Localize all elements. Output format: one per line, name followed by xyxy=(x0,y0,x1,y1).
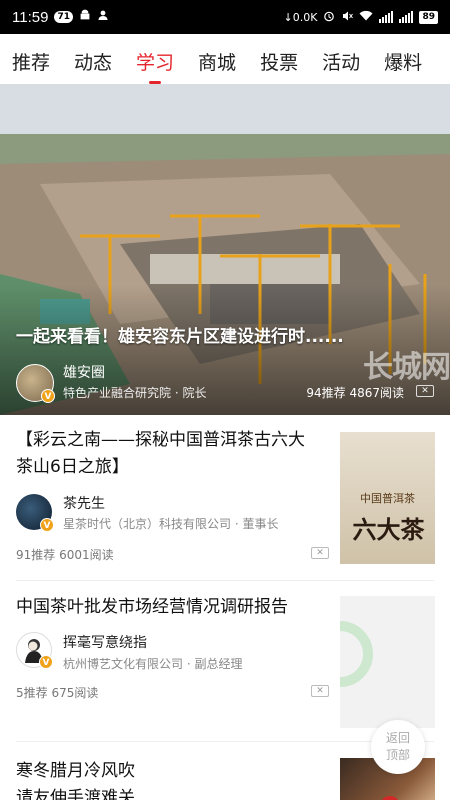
tab-events[interactable]: 活动 xyxy=(322,34,360,84)
hero-author-name[interactable]: 雄安圈 xyxy=(63,362,105,382)
status-time: 11:59 xyxy=(12,8,49,26)
tab-study[interactable]: 学习 xyxy=(136,34,174,84)
close-icon[interactable]: ✕ xyxy=(416,385,434,397)
tab-vote[interactable]: 投票 xyxy=(260,34,298,84)
status-bar: 11:59 71 ↓0.0K 89 xyxy=(0,0,450,34)
article-author-name[interactable]: 挥毫写意绕指 xyxy=(63,632,147,652)
list-item[interactable]: 【彩云之南——探秘中国普洱茶古六大茶山6日之旅】 V 茶先生 星茶时代（北京）科… xyxy=(0,415,450,580)
hero-author-title: 特色产业融合研究院 · 院长 xyxy=(63,386,207,400)
article-author-title: 杭州博艺文化有限公司 · 副总经理 xyxy=(63,657,243,671)
user-icon xyxy=(97,9,109,25)
battery-icon: 89 xyxy=(419,10,438,24)
signal-icon-2 xyxy=(399,11,414,23)
thumb-subtitle: 中国普洱茶 xyxy=(360,492,415,505)
list-item[interactable]: 中国茶叶批发市场经营情况调研报告 V 挥毫写意绕指 杭州博艺文化有限公司 · 副… xyxy=(0,581,450,741)
notification-count-badge: 71 xyxy=(54,11,73,23)
watermark-logo: 长城网 xyxy=(363,350,450,385)
category-tabs: 推荐 动态 学习 商城 投票 活动 爆料 xyxy=(0,34,450,84)
close-icon[interactable]: ✕ xyxy=(311,547,329,559)
article-title[interactable]: 【彩云之南——探秘中国普洱茶古六大茶山6日之旅】 xyxy=(16,427,321,481)
back-to-top-button[interactable]: 返回 顶部 xyxy=(371,720,425,774)
tab-mall[interactable]: 商城 xyxy=(198,34,236,84)
hero-stats: 94推荐 4867阅读 xyxy=(306,386,404,400)
avatar[interactable]: V xyxy=(16,632,53,669)
tab-tips[interactable]: 爆料 xyxy=(384,34,422,84)
wifi-icon xyxy=(359,10,373,24)
hero-article-card[interactable]: 长城网 一起来看看！雄安容东片区建设进行时...... V 雄安圈 特色产业融合… xyxy=(0,84,450,415)
verified-icon: V xyxy=(41,389,55,403)
verified-icon: V xyxy=(39,655,53,669)
thumb-graphic xyxy=(340,621,373,687)
thumb-title: 六大茶 xyxy=(352,515,425,544)
tab-recommend[interactable]: 推荐 xyxy=(12,34,50,84)
verified-icon: V xyxy=(40,518,54,532)
signal-icon-1 xyxy=(379,11,394,23)
alarm-icon xyxy=(323,10,335,25)
avatar[interactable]: V xyxy=(16,494,54,532)
article-stats: 91推荐 6001阅读 xyxy=(16,548,114,562)
android-icon xyxy=(79,9,91,25)
avatar[interactable]: V xyxy=(16,364,55,403)
article-author-title: 星茶时代（北京）科技有限公司 · 董事长 xyxy=(63,517,279,531)
close-icon[interactable]: ✕ xyxy=(311,685,329,697)
mute-icon xyxy=(341,10,354,25)
article-thumbnail[interactable]: 中国普洱茶 六大茶 xyxy=(340,432,435,564)
tab-dynamic[interactable]: 动态 xyxy=(74,34,112,84)
hero-title[interactable]: 一起来看看！雄安容东片区建设进行时...... xyxy=(16,322,344,347)
article-title[interactable]: 中国茶叶批发市场经营情况调研报告 xyxy=(16,594,321,621)
article-thumbnail[interactable] xyxy=(340,596,435,728)
article-author-name[interactable]: 茶先生 xyxy=(63,493,105,513)
net-speed-text: ↓0.0K xyxy=(283,10,318,24)
article-stats: 5推荐 675阅读 xyxy=(16,686,99,700)
thumb-red-dot xyxy=(380,796,400,800)
article-title[interactable]: 寒冬腊月冷风吹 请友伸手渡难关 xyxy=(16,758,321,800)
